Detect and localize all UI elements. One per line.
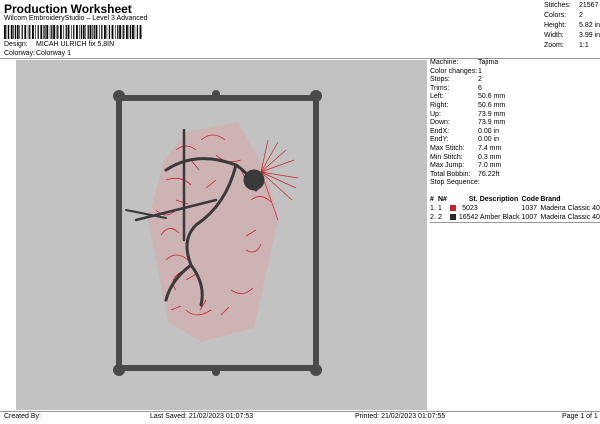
stop-sequence-label: Stop Sequence:: [430, 179, 480, 187]
stat-zoom: Zoom: 1:1: [544, 42, 589, 49]
embroidery-artwork: [113, 90, 322, 376]
info-max-stitch: Max Stitch: 7.4 mm: [430, 144, 502, 152]
info-endx: EndX: 0.00 in: [430, 127, 500, 135]
footer-created-by: Created By:: [4, 413, 41, 420]
info-left: Left: 50.6 mm: [430, 93, 506, 101]
footer-printed: Printed: 21/02/2023 01:07:55: [355, 413, 446, 420]
colorway-value: Colorway 1: [36, 50, 72, 57]
info-right: Right: 50.6 mm: [430, 101, 506, 109]
design-preview: [16, 60, 427, 410]
design-label: Design:: [4, 41, 28, 48]
info-min-stitch: Min Stitch: 0.3 mm: [430, 153, 502, 161]
barcode: [4, 25, 142, 39]
color-swatch-red: [449, 205, 456, 211]
table-row: 1. 1 5023 1037 Madeira Classic 40: [430, 205, 600, 212]
info-max-jump: Max Jump: 7.0 mm: [430, 162, 502, 170]
stats-panel: Stitches: 21567 Colors: 2 Height: 5.82 in W…: [544, 1, 600, 51]
info-trims: Trims: 6: [430, 84, 482, 92]
stat-colors: Colors: 2: [544, 12, 583, 19]
colorway-label: Colorway:: [4, 50, 36, 57]
stop-table-divider: [430, 222, 600, 223]
red-floral-fill: [148, 122, 278, 342]
footer-divider: [0, 411, 600, 412]
stat-height: Height: 5.82 in: [544, 22, 600, 29]
info-machine: Machine: Tajima: [430, 59, 499, 66]
info-color-changes: Color changes: 1: [430, 67, 482, 75]
software-subtitle: Wilcom EmbroideryStudio – Level 3 Advanc…: [4, 15, 148, 22]
info-down: Down: 73.9 mm: [430, 119, 506, 127]
info-stops: Stops: 2: [430, 76, 482, 84]
footer-last-saved: Last Saved: 21/02/2023 01:07:53: [150, 413, 254, 420]
table-row: 2. 2 16542 Amber Black 1007 Madeira Clas…: [430, 214, 600, 221]
design-value: MICAH ULRICH fix 5,8IN: [36, 41, 115, 48]
info-up: Up: 73.9 mm: [430, 110, 506, 118]
machine-info-panel: Machine: Tajima Color changes: 1 Stops: 2 T…: [430, 59, 600, 188]
info-endy: EndY: 0.00 in: [430, 136, 500, 144]
stat-stitches: Stitches: 21567: [544, 2, 599, 9]
stop-table-header: # N# St. Description Code Brand: [430, 196, 561, 203]
stat-width: Width: 3.99 in: [544, 32, 600, 39]
footer-page: Page 1 of 1: [562, 413, 598, 420]
info-total-bobbin: Total Bobbin: 76.22ft: [430, 170, 500, 178]
page-title: Production Worksheet: [4, 2, 132, 16]
barcode-suffix: ,: [140, 28, 143, 38]
color-swatch-black: [449, 214, 456, 220]
